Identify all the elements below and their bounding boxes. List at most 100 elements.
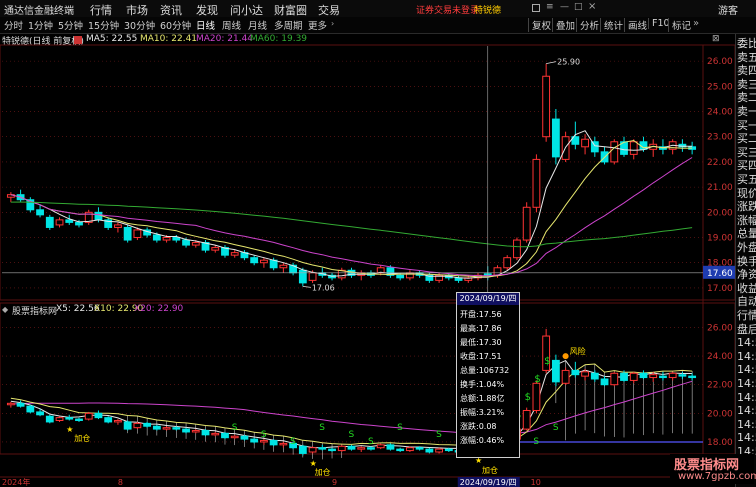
candle-up[interactable] [629,141,638,155]
candle-down[interactable] [94,211,103,221]
sub-candle [240,435,249,440]
side-panel-label: 收益 [737,281,756,295]
jiacang-label: 加仓 [482,465,498,475]
candle-down[interactable] [396,274,405,279]
sub-candle [688,375,697,379]
candle-down[interactable] [172,237,181,241]
side-panel-label: 14:5 [737,404,756,418]
popup-close: 收盘:17.51 [460,352,502,361]
side-panel-label: 14:5 [737,363,756,377]
sub-y-tick-label: 24.00 [707,352,733,362]
jiacang-label: 加仓 [74,433,90,443]
candle-down[interactable] [123,226,132,241]
candle-down[interactable] [65,219,74,223]
y-tick-label: 20.00 [707,208,733,218]
candle-down[interactable] [152,234,161,241]
side-panel-label: 自动 [737,295,756,309]
side-panel-label: 卖五 [737,50,756,64]
candle-down[interactable] [590,141,599,153]
s-signal: S [349,430,355,440]
sub-candle [532,382,541,411]
sub-candle [114,420,122,423]
candle-up[interactable] [610,141,619,163]
high-pointer [546,61,557,65]
candle-up[interactable] [230,252,239,256]
s-signal: S [319,423,325,433]
candle-up[interactable] [162,237,171,241]
dollar-signal: $ [544,356,550,367]
candle-down[interactable] [250,257,259,264]
sub-candle [328,448,336,452]
side-panel-label: 涨跌 [737,200,756,214]
sub-candle [94,412,103,419]
s-signal: S [232,423,238,433]
popup-change-pct: 涨幅:0.46% [460,436,505,445]
sub-y-tick-label: 18.00 [707,438,733,448]
y-tick-label: 22.00 [707,158,733,168]
sub-candle [172,427,181,430]
candle-up[interactable] [114,224,122,228]
candle-down[interactable] [551,118,560,158]
popup-volume: 总量:106732 [460,366,510,375]
y-tick-label: 25.00 [707,82,733,92]
candle-up[interactable] [133,229,142,239]
dollar-signal: $ [534,374,540,385]
sub-candle [279,442,288,446]
candle-up[interactable] [581,138,589,148]
candle-up[interactable] [260,259,268,264]
low-pointer [302,286,311,288]
sub-candle [367,447,375,450]
candle-up[interactable] [191,242,200,246]
side-panel-label: 14:5 [737,377,756,390]
candle-up[interactable] [279,264,288,269]
side-panel-label: 卖三 [737,77,756,91]
candle-up[interactable] [503,257,512,269]
sub-candle [230,435,239,439]
sub-candle [376,444,385,449]
popup-amount: 总额:1.88亿 [460,394,505,403]
side-panel-label: 涨幅 [737,213,756,227]
sub-candle [36,411,44,416]
side-panel-label: 买二 [737,132,756,146]
popup-change: 涨跌:0.08 [460,422,497,431]
y-tick-label: 21.00 [707,183,733,193]
candle-up[interactable] [522,206,531,241]
candle-down[interactable] [298,269,307,284]
candle-up[interactable] [513,239,521,259]
sub-candle [620,372,628,381]
kline-chart[interactable]: 26.00 25.00 24.00 23.00 22.00 21.00 20.00 19.00… [0,0,735,487]
candle-up[interactable] [55,219,64,226]
candle-down[interactable] [75,221,83,226]
candle-up[interactable] [532,158,541,208]
sub-candle [347,445,356,450]
s-signal: S [436,430,442,440]
candle-down[interactable] [36,209,44,216]
candle-up[interactable] [211,247,220,251]
low-label: 17.06 [312,283,335,292]
sub-y-tick-label: 26.00 [707,323,733,333]
side-panel-label: 卖二 [737,91,756,105]
x-label-sep: 9 [332,478,337,487]
sub-candle [250,438,259,443]
sub-candle [425,448,434,453]
sub-candle [659,375,667,379]
sub-candle [152,425,161,430]
sub-candle [415,447,424,450]
sub-candle [133,422,142,429]
y-tick-label: 23.00 [707,133,733,143]
sub-candle [221,432,229,439]
candle-info-popup: 2024/09/19/四 开盘:17.56 最高:17.86 最低:17.30 … [456,292,520,458]
sub-candle [269,440,278,446]
candle-down[interactable] [182,239,190,246]
candle-up[interactable] [308,272,317,281]
side-panel-label: 14:5 [737,349,756,363]
candle-down[interactable] [45,216,54,228]
watermark-url: www.7gpzb.com [678,471,756,482]
sub-candle [75,418,83,422]
side-panel-label: 外盘 [737,241,756,254]
risk-marker [562,353,569,360]
popup-date: 2024/09/19/四 [457,293,519,305]
sub-candle [444,448,453,452]
side-panel-label: 总量 [737,227,756,241]
candle-up[interactable] [542,75,551,138]
